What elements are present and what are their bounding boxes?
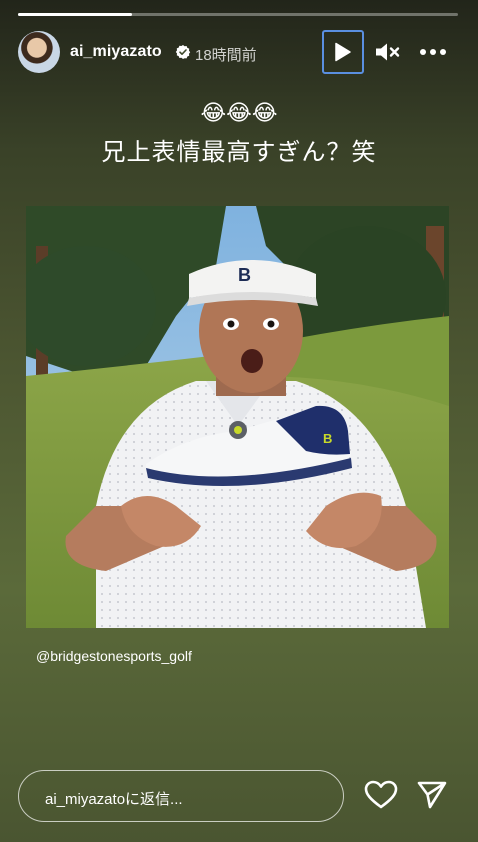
- heart-icon[interactable]: [364, 780, 398, 810]
- reply-placeholder: ai_miyazatoに返信...: [45, 791, 183, 808]
- story-progress-bar: [18, 13, 458, 16]
- muted-speaker-icon[interactable]: [374, 40, 400, 64]
- send-icon[interactable]: [416, 780, 448, 810]
- golfer-photo: B B: [26, 206, 449, 628]
- reply-input[interactable]: ai_miyazatoに返信...: [18, 770, 344, 822]
- story-caption: 兄上表情最高すぎん？笑: [101, 138, 377, 166]
- post-time: 18時間前: [195, 47, 257, 64]
- verified-badge-icon: [175, 45, 191, 59]
- visor-logo: B: [238, 265, 251, 285]
- play-icon: [335, 42, 351, 62]
- dot: [420, 49, 426, 55]
- username[interactable]: ai_miyazato: [70, 43, 162, 61]
- dot: [430, 49, 436, 55]
- caption-emojis: 😂😂😂: [200, 100, 278, 125]
- post-photo[interactable]: B B: [26, 206, 449, 628]
- story-progress-fill: [18, 13, 133, 16]
- dot: [440, 49, 446, 55]
- mention-sticker[interactable]: @bridgestonesports_golf: [36, 648, 192, 664]
- avatar[interactable]: [18, 31, 60, 73]
- story-header: ai_miyazato 18時間前: [18, 30, 460, 74]
- more-options-button[interactable]: [418, 40, 448, 64]
- shoe-logo: B: [323, 431, 332, 446]
- play-button[interactable]: [322, 30, 364, 74]
